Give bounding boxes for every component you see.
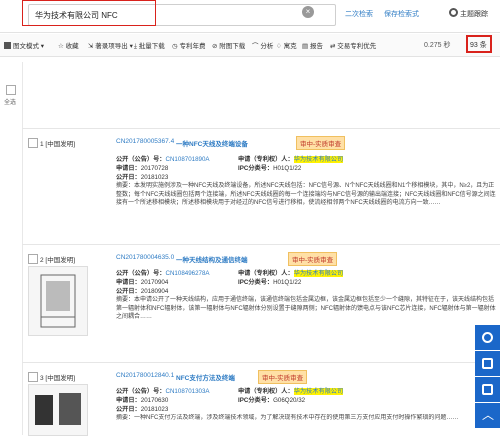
- record-checkbox[interactable]: [28, 372, 38, 382]
- manual-button[interactable]: [475, 377, 500, 402]
- record-meta-row: 公开（公告）号：CN108496278A: [116, 270, 210, 277]
- search-bar: 华为技术有限公司 NFC × 二次检索 保存检索式 主题跟踪: [0, 0, 500, 33]
- toolbar-alert[interactable]: ♢ 寓克: [276, 40, 297, 50]
- record-publication-number[interactable]: CN108701890A: [166, 156, 210, 163]
- record-meta-appdate: 申请日：20170904: [116, 279, 169, 286]
- record-meta-appdate: 申请日：20170630: [116, 397, 169, 404]
- chevron-up-icon: ︿: [482, 408, 495, 422]
- toolbar-figure-download[interactable]: ⊘ 附图下载: [212, 40, 245, 50]
- record-application-number[interactable]: CN201780005367.4: [116, 138, 174, 145]
- divider: [22, 128, 500, 129]
- record-meta-applicant: 申请（专利权）人：华为技术有限公司: [238, 388, 344, 395]
- record-publication-number[interactable]: CN108496278A: [166, 270, 210, 277]
- toolbar-batch-download[interactable]: ⤓ 批量下载: [134, 40, 165, 51]
- toolbar-export[interactable]: ⇲ 著录项导出 ▾: [88, 40, 133, 50]
- status-badge: 审中-实质审查: [288, 252, 338, 266]
- toolbar-favorite[interactable]: ☆ 收藏: [58, 40, 79, 50]
- record-meta-ipc: IPC分类号：H01Q1/22: [238, 279, 302, 286]
- record-abstract: 摘要：一种NFC支付方法及终端，涉及终端技术领域，为了解决现有技术中存在的使用第…: [116, 415, 459, 421]
- antenna-drawing-image: [40, 274, 76, 328]
- record-title[interactable]: 一种NFC天线及终端设备: [176, 138, 248, 148]
- record-applicant[interactable]: 华为技术有限公司: [293, 270, 344, 277]
- toolbar-view-mode[interactable]: 图文模式 ▾: [4, 40, 44, 50]
- record-abstract: 摘要：本申请公开了一种天线结构，应用于通信终端，该通信终端包括金属边框，该金属边…: [116, 297, 496, 321]
- elapsed-time: 0.275 秒: [424, 42, 451, 49]
- clear-icon[interactable]: ×: [302, 6, 314, 18]
- record-meta-row: 公开（公告）号：CN108701303A: [116, 388, 210, 395]
- divider: [22, 244, 500, 245]
- record-abstract: 摘要：本发明实施例涉及一种NFC天线及终端设备，所述NFC天线包括：NFC信号源…: [116, 183, 496, 207]
- record-applicant[interactable]: 华为技术有限公司: [293, 156, 344, 163]
- record-thumbnail[interactable]: [28, 266, 88, 336]
- record-index: 1 [中国发明]: [40, 141, 76, 148]
- phone-drawing-image: [35, 393, 81, 425]
- feedback-button[interactable]: [475, 351, 500, 376]
- record-meta-appdate: 申请日：20170728: [116, 165, 169, 172]
- record-meta-ipc: IPC分类号：H01Q1/22: [238, 165, 302, 172]
- view-mode-icon: [4, 42, 11, 49]
- save-query-button[interactable]: 保存检索式: [384, 9, 419, 19]
- divider: [22, 362, 500, 363]
- record-title[interactable]: NFC支付方法及终端: [176, 372, 235, 382]
- record-thumbnail[interactable]: [28, 384, 88, 436]
- toolbar-analysis[interactable]: ⌒ 分析: [252, 40, 273, 50]
- record-publication-number[interactable]: CN108701303A: [166, 388, 210, 395]
- record-application-number[interactable]: CN201780004635.0: [116, 254, 174, 261]
- record-meta-pubdate: 公开日：20181023: [116, 174, 169, 181]
- record-checkbox[interactable]: [28, 254, 38, 264]
- status-badge: 审中-实质审查: [296, 136, 346, 150]
- record-index: 2 [中国发明]: [40, 257, 76, 264]
- toolbar-annual-fee[interactable]: ◷ 专利年费: [172, 40, 205, 50]
- record-meta-applicant: 申请（专利权）人：华为技术有限公司: [238, 270, 344, 277]
- book-icon: [482, 384, 493, 395]
- select-all-label: 全选: [4, 100, 17, 106]
- record-meta-pubdate: 公开日：20181023: [116, 406, 169, 413]
- headset-support-button[interactable]: [475, 325, 500, 350]
- headset-icon: [482, 332, 493, 343]
- topic-track-button[interactable]: 主题跟踪: [460, 9, 488, 19]
- select-all-checkbox[interactable]: [6, 85, 16, 95]
- record-meta-pubdate: 公开日：20180904: [116, 288, 169, 295]
- record-applicant[interactable]: 华为技术有限公司: [293, 388, 344, 395]
- edit-icon: [482, 358, 493, 369]
- record-index: 3 [中国发明]: [40, 375, 76, 382]
- left-divider: [22, 62, 23, 435]
- record-application-number[interactable]: CN201780012840.1: [116, 372, 174, 379]
- query-highlight-frame: [22, 0, 156, 26]
- status-badge: 审中-实质审查: [258, 370, 308, 384]
- record-meta-ipc: IPC分类号：G06Q20/32: [238, 397, 306, 404]
- record-meta-row: 公开（公告）号：CN108701890A: [116, 156, 210, 163]
- gear-icon[interactable]: [449, 8, 458, 17]
- result-count-highlight-frame: [466, 35, 492, 53]
- toolbar-report[interactable]: ▤ 报告: [302, 40, 323, 50]
- record-meta-applicant: 申请（专利权）人：华为技术有限公司: [238, 156, 344, 163]
- back-to-top-button[interactable]: ︿: [475, 403, 500, 428]
- toolbar-trade[interactable]: ⇄ 交易专利优先: [330, 40, 376, 50]
- second-search-button[interactable]: 二次检索: [345, 9, 373, 19]
- record-checkbox[interactable]: [28, 138, 38, 148]
- record-title[interactable]: 一种天线结构及通信终端: [176, 254, 248, 264]
